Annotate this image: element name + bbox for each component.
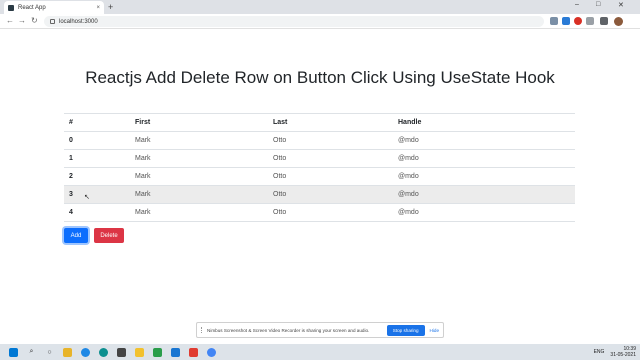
table-cell: @mdo <box>393 203 575 222</box>
table-cell: 4 <box>64 203 130 222</box>
add-button[interactable]: Add <box>64 228 88 243</box>
table-row: 1 Mark Otto @mdo <box>64 149 575 168</box>
browser-toolbar: ← → ↻ localhost:3000 <box>0 14 640 29</box>
app-icon[interactable] <box>63 347 72 357</box>
clock[interactable]: 10:39 31-05-2021 <box>610 346 636 358</box>
table-cell: Mark <box>130 185 268 204</box>
table-cell: Mark <box>130 149 268 168</box>
table-cell: Otto <box>268 149 393 168</box>
windows-start-icon[interactable] <box>9 347 18 357</box>
react-favicon-icon <box>8 4 14 11</box>
column-header: Handle <box>393 113 575 132</box>
extension-icon[interactable] <box>550 17 558 25</box>
browser-tab-strip: React App × + – □ ✕ <box>0 0 640 14</box>
skype-icon[interactable] <box>81 347 90 357</box>
taskbar: ⌕ ○ ENG 10:39 31-05-2021 <box>0 344 640 360</box>
clock-date: 31-05-2021 <box>610 352 636 358</box>
table-cell: 3 <box>64 185 130 204</box>
table-cell: Otto <box>268 167 393 186</box>
table-cell: Otto <box>268 185 393 204</box>
table-cell: Otto <box>268 131 393 150</box>
column-header: Last <box>268 113 393 132</box>
extension-icon[interactable] <box>586 17 594 25</box>
extension-icon[interactable] <box>562 17 570 25</box>
table-cell: @mdo <box>393 149 575 168</box>
minimize-button[interactable]: – <box>575 1 579 8</box>
data-table: # First Last Handle 0 Mark Otto @mdo 1 M… <box>64 113 575 222</box>
table-cell: @mdo <box>393 167 575 186</box>
search-icon[interactable]: ⌕ <box>27 348 36 357</box>
profile-avatar[interactable] <box>614 17 623 26</box>
delete-button[interactable]: Delete <box>94 228 124 243</box>
tab-title: React App <box>18 4 46 11</box>
new-tab-button[interactable]: + <box>108 2 113 12</box>
app-icon[interactable] <box>153 347 162 357</box>
puzzle-icon[interactable] <box>600 17 608 25</box>
forward-button[interactable]: → <box>18 16 26 26</box>
table-header-row: # First Last Handle <box>64 113 575 132</box>
maximize-button[interactable]: □ <box>596 1 600 8</box>
table-row: 3 Mark Otto @mdo <box>64 185 575 204</box>
table-row: 2 Mark Otto @mdo <box>64 167 575 186</box>
mouse-cursor-icon: ↖ <box>84 194 90 201</box>
table-cell: 2 <box>64 167 130 186</box>
stop-sharing-button[interactable]: Stop sharing <box>386 324 425 336</box>
table-cell: @mdo <box>393 131 575 150</box>
window-close-button[interactable]: ✕ <box>618 1 624 9</box>
table-cell: Otto <box>268 203 393 222</box>
column-header: # <box>64 113 130 132</box>
table-cell: Mark <box>130 131 268 150</box>
language-indicator[interactable]: ENG <box>594 349 605 355</box>
chrome-icon[interactable] <box>207 347 216 357</box>
table-cell: 0 <box>64 131 130 150</box>
system-tray: ENG 10:39 31-05-2021 <box>594 344 636 360</box>
edge-icon[interactable] <box>99 347 108 357</box>
address-bar[interactable]: localhost:3000 <box>44 16 544 27</box>
tab-close-icon[interactable]: × <box>96 5 100 11</box>
url-text: localhost:3000 <box>59 18 98 25</box>
page-title: Reactjs Add Delete Row on Button Click U… <box>85 68 555 87</box>
terminal-icon[interactable] <box>117 347 126 357</box>
task-view-icon[interactable]: ○ <box>45 348 54 357</box>
drag-handle-icon[interactable] <box>201 327 203 333</box>
vscode-icon[interactable] <box>171 347 180 357</box>
sharing-message: Nimbus Screenshot & Screen Video Recorde… <box>207 327 370 333</box>
back-button[interactable]: ← <box>6 16 14 26</box>
browser-tab[interactable]: React App × <box>4 1 104 14</box>
screen-sharing-bar: Nimbus Screenshot & Screen Video Recorde… <box>196 322 444 338</box>
file-explorer-icon[interactable] <box>135 347 144 357</box>
site-info-icon[interactable] <box>50 19 55 24</box>
table-cell: Mark <box>130 203 268 222</box>
table-row: 4 Mark Otto @mdo <box>64 203 575 222</box>
extension-icon[interactable] <box>574 17 582 25</box>
column-header: First <box>130 113 268 132</box>
table-row: 0 Mark Otto @mdo <box>64 131 575 150</box>
app-icon[interactable] <box>189 347 198 357</box>
reload-button[interactable]: ↻ <box>31 16 38 26</box>
table-cell: 1 <box>64 149 130 168</box>
table-cell: @mdo <box>393 185 575 204</box>
table-cell: Mark <box>130 167 268 186</box>
hide-link[interactable]: Hide <box>430 328 439 333</box>
